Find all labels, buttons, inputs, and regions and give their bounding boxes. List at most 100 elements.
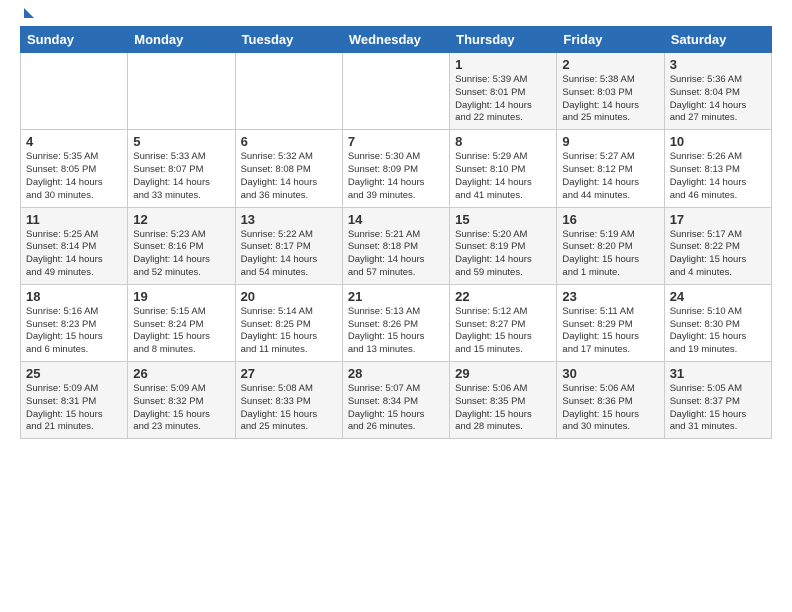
weekday-monday: Monday — [128, 27, 235, 53]
day-number: 3 — [670, 57, 766, 72]
weekday-wednesday: Wednesday — [342, 27, 449, 53]
week-row-3: 11 Sunrise: 5:25 AM Sunset: 8:14 PM Dayli… — [21, 207, 772, 284]
calendar-cell — [235, 53, 342, 130]
day-info: Sunrise: 5:14 AM Sunset: 8:25 PM Dayligh… — [241, 306, 337, 357]
day-info: Sunrise: 5:10 AM Sunset: 8:30 PM Dayligh… — [670, 306, 766, 357]
calendar-cell — [342, 53, 449, 130]
day-info: Sunrise: 5:36 AM Sunset: 8:04 PM Dayligh… — [670, 74, 766, 125]
calendar-cell — [21, 53, 128, 130]
day-number: 27 — [241, 366, 337, 381]
calendar-cell: 6 Sunrise: 5:32 AM Sunset: 8:08 PM Daylig… — [235, 130, 342, 207]
day-info: Sunrise: 5:29 AM Sunset: 8:10 PM Dayligh… — [455, 151, 551, 202]
calendar-cell: 26 Sunrise: 5:09 AM Sunset: 8:32 PM Dayli… — [128, 362, 235, 439]
day-info: Sunrise: 5:09 AM Sunset: 8:31 PM Dayligh… — [26, 383, 122, 434]
calendar-cell: 27Sunrise: 5:08 AM Sunset: 8:33 PM Dayli… — [235, 362, 342, 439]
week-row-5: 25Sunrise: 5:09 AM Sunset: 8:31 PM Dayli… — [21, 362, 772, 439]
calendar-cell: 3 Sunrise: 5:36 AM Sunset: 8:04 PM Daylig… — [664, 53, 771, 130]
day-info: Sunrise: 5:20 AM Sunset: 8:19 PM Dayligh… — [455, 229, 551, 280]
day-info: Sunrise: 5:09 AM Sunset: 8:32 PM Dayligh… — [133, 383, 229, 434]
header — [20, 16, 772, 18]
day-number: 28 — [348, 366, 444, 381]
weekday-sunday: Sunday — [21, 27, 128, 53]
calendar-cell: 14Sunrise: 5:21 AM Sunset: 8:18 PM Dayli… — [342, 207, 449, 284]
day-info: Sunrise: 5:27 AM Sunset: 8:12 PM Dayligh… — [562, 151, 658, 202]
day-info: Sunrise: 5:26 AM Sunset: 8:13 PM Dayligh… — [670, 151, 766, 202]
calendar-cell: 31 Sunrise: 5:05 AM Sunset: 8:37 PM Dayli… — [664, 362, 771, 439]
day-number: 5 — [133, 134, 229, 149]
calendar-cell: 11 Sunrise: 5:25 AM Sunset: 8:14 PM Dayli… — [21, 207, 128, 284]
day-info: Sunrise: 5:38 AM Sunset: 8:03 PM Dayligh… — [562, 74, 658, 125]
day-number: 11 — [26, 212, 122, 227]
day-info: Sunrise: 5:07 AM Sunset: 8:34 PM Dayligh… — [348, 383, 444, 434]
calendar-cell: 2 Sunrise: 5:38 AM Sunset: 8:03 PM Daylig… — [557, 53, 664, 130]
calendar-cell: 20 Sunrise: 5:14 AM Sunset: 8:25 PM Dayli… — [235, 284, 342, 361]
weekday-header-row: SundayMondayTuesdayWednesdayThursdayFrid… — [21, 27, 772, 53]
day-info: Sunrise: 5:13 AM Sunset: 8:26 PM Dayligh… — [348, 306, 444, 357]
day-info: Sunrise: 5:06 AM Sunset: 8:36 PM Dayligh… — [562, 383, 658, 434]
day-number: 15 — [455, 212, 551, 227]
day-number: 30 — [562, 366, 658, 381]
day-info: Sunrise: 5:22 AM Sunset: 8:17 PM Dayligh… — [241, 229, 337, 280]
day-number: 6 — [241, 134, 337, 149]
day-number: 9 — [562, 134, 658, 149]
day-info: Sunrise: 5:30 AM Sunset: 8:09 PM Dayligh… — [348, 151, 444, 202]
calendar-cell: 15 Sunrise: 5:20 AM Sunset: 8:19 PM Dayli… — [450, 207, 557, 284]
day-number: 13 — [241, 212, 337, 227]
calendar-cell: 25Sunrise: 5:09 AM Sunset: 8:31 PM Dayli… — [21, 362, 128, 439]
calendar-cell: 30 Sunrise: 5:06 AM Sunset: 8:36 PM Dayli… — [557, 362, 664, 439]
calendar-cell: 16 Sunrise: 5:19 AM Sunset: 8:20 PM Dayli… — [557, 207, 664, 284]
day-number: 18 — [26, 289, 122, 304]
day-number: 1 — [455, 57, 551, 72]
calendar-cell: 7 Sunrise: 5:30 AM Sunset: 8:09 PM Daylig… — [342, 130, 449, 207]
day-number: 12 — [133, 212, 229, 227]
page: SundayMondayTuesdayWednesdayThursdayFrid… — [0, 0, 792, 455]
day-info: Sunrise: 5:25 AM Sunset: 8:14 PM Dayligh… — [26, 229, 122, 280]
calendar-cell: 4 Sunrise: 5:35 AM Sunset: 8:05 PM Daylig… — [21, 130, 128, 207]
calendar-cell: 22Sunrise: 5:12 AM Sunset: 8:27 PM Dayli… — [450, 284, 557, 361]
calendar-cell: 9 Sunrise: 5:27 AM Sunset: 8:12 PM Daylig… — [557, 130, 664, 207]
calendar-cell: 5Sunrise: 5:33 AM Sunset: 8:07 PM Daylig… — [128, 130, 235, 207]
calendar-cell: 29Sunrise: 5:06 AM Sunset: 8:35 PM Dayli… — [450, 362, 557, 439]
day-number: 2 — [562, 57, 658, 72]
day-number: 24 — [670, 289, 766, 304]
day-info: Sunrise: 5:19 AM Sunset: 8:20 PM Dayligh… — [562, 229, 658, 280]
day-info: Sunrise: 5:23 AM Sunset: 8:16 PM Dayligh… — [133, 229, 229, 280]
day-info: Sunrise: 5:21 AM Sunset: 8:18 PM Dayligh… — [348, 229, 444, 280]
day-info: Sunrise: 5:32 AM Sunset: 8:08 PM Dayligh… — [241, 151, 337, 202]
day-number: 7 — [348, 134, 444, 149]
day-number: 4 — [26, 134, 122, 149]
calendar-cell: 1 Sunrise: 5:39 AM Sunset: 8:01 PM Daylig… — [450, 53, 557, 130]
day-info: Sunrise: 5:15 AM Sunset: 8:24 PM Dayligh… — [133, 306, 229, 357]
weekday-thursday: Thursday — [450, 27, 557, 53]
day-number: 31 — [670, 366, 766, 381]
day-number: 23 — [562, 289, 658, 304]
day-info: Sunrise: 5:39 AM Sunset: 8:01 PM Dayligh… — [455, 74, 551, 125]
day-number: 26 — [133, 366, 229, 381]
logo-triangle-icon — [24, 8, 34, 18]
calendar-cell: 24 Sunrise: 5:10 AM Sunset: 8:30 PM Dayli… — [664, 284, 771, 361]
day-info: Sunrise: 5:17 AM Sunset: 8:22 PM Dayligh… — [670, 229, 766, 280]
weekday-saturday: Saturday — [664, 27, 771, 53]
calendar-cell — [128, 53, 235, 130]
day-number: 10 — [670, 134, 766, 149]
day-info: Sunrise: 5:16 AM Sunset: 8:23 PM Dayligh… — [26, 306, 122, 357]
day-number: 20 — [241, 289, 337, 304]
calendar-cell: 8 Sunrise: 5:29 AM Sunset: 8:10 PM Daylig… — [450, 130, 557, 207]
calendar-table: SundayMondayTuesdayWednesdayThursdayFrid… — [20, 26, 772, 439]
calendar-cell: 18 Sunrise: 5:16 AM Sunset: 8:23 PM Dayli… — [21, 284, 128, 361]
calendar-cell: 21Sunrise: 5:13 AM Sunset: 8:26 PM Dayli… — [342, 284, 449, 361]
logo — [20, 16, 34, 18]
day-number: 19 — [133, 289, 229, 304]
day-info: Sunrise: 5:05 AM Sunset: 8:37 PM Dayligh… — [670, 383, 766, 434]
day-number: 16 — [562, 212, 658, 227]
calendar-cell: 28 Sunrise: 5:07 AM Sunset: 8:34 PM Dayli… — [342, 362, 449, 439]
day-number: 17 — [670, 212, 766, 227]
calendar-cell: 17 Sunrise: 5:17 AM Sunset: 8:22 PM Dayli… — [664, 207, 771, 284]
calendar-cell: 10 Sunrise: 5:26 AM Sunset: 8:13 PM Dayli… — [664, 130, 771, 207]
day-info: Sunrise: 5:12 AM Sunset: 8:27 PM Dayligh… — [455, 306, 551, 357]
day-info: Sunrise: 5:35 AM Sunset: 8:05 PM Dayligh… — [26, 151, 122, 202]
calendar-cell: 13 Sunrise: 5:22 AM Sunset: 8:17 PM Dayli… — [235, 207, 342, 284]
week-row-1: 1 Sunrise: 5:39 AM Sunset: 8:01 PM Daylig… — [21, 53, 772, 130]
day-number: 8 — [455, 134, 551, 149]
day-info: Sunrise: 5:06 AM Sunset: 8:35 PM Dayligh… — [455, 383, 551, 434]
